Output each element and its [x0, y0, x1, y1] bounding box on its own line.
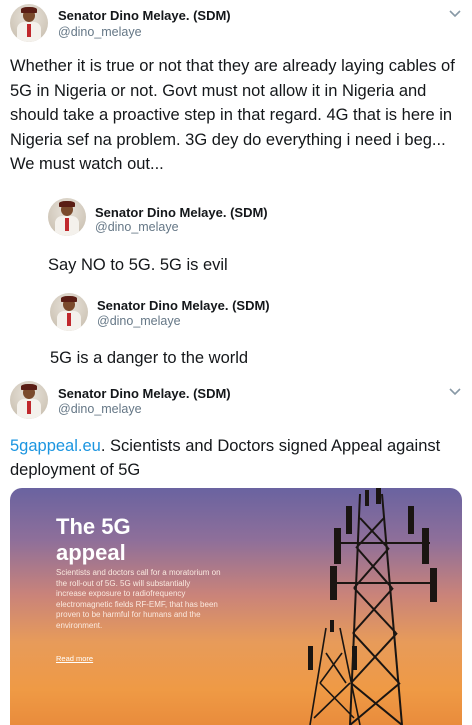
- author-handle[interactable]: @dino_melaye: [58, 402, 142, 416]
- link-5gappeal[interactable]: 5gappeal.eu: [10, 437, 101, 455]
- chevron-down-icon[interactable]: [448, 8, 462, 18]
- author-handle[interactable]: @dino_melaye: [58, 25, 142, 39]
- tweet-text: Whether it is true or not that they are …: [10, 57, 455, 173]
- author-name[interactable]: Senator Dino Melaye. (SDM): [97, 298, 270, 313]
- avatar[interactable]: [10, 4, 48, 42]
- avatar[interactable]: [48, 198, 86, 236]
- read-more-link[interactable]: Read more: [56, 654, 93, 663]
- author-name[interactable]: Senator Dino Melaye. (SDM): [58, 8, 231, 23]
- avatar[interactable]: [50, 293, 88, 331]
- author-handle[interactable]: @dino_melaye: [95, 220, 179, 234]
- author-name[interactable]: Senator Dino Melaye. (SDM): [95, 205, 268, 220]
- author-handle[interactable]: @dino_melaye: [97, 314, 181, 328]
- link-preview-card[interactable]: The 5G appeal Scientists and doctors cal…: [10, 488, 462, 725]
- chevron-down-icon[interactable]: [448, 386, 462, 396]
- author-name[interactable]: Senator Dino Melaye. (SDM): [58, 386, 231, 401]
- avatar[interactable]: [10, 381, 48, 419]
- tweet-text: 5G is a danger to the world: [50, 349, 249, 367]
- tweet-text: Say NO to 5G. 5G is evil: [48, 256, 228, 274]
- card-description: Scientists and doctors call for a morato…: [56, 568, 221, 630]
- tweet-text: 5gappeal.eu. Scientists and Doctors sign…: [10, 434, 460, 482]
- card-title: The 5G appeal: [56, 514, 131, 565]
